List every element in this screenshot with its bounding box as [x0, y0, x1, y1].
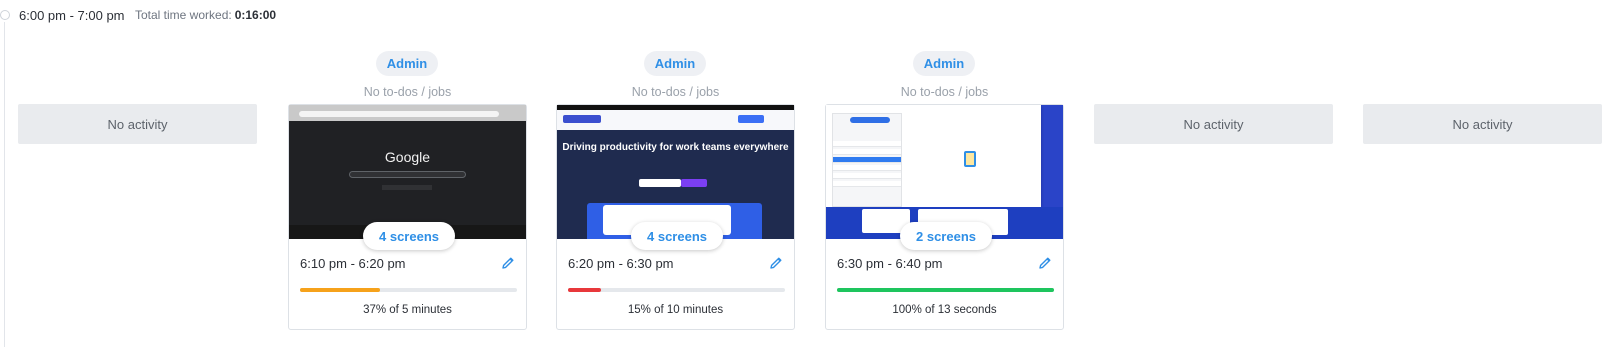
email-input — [639, 179, 681, 187]
time-slot-3: Admin No to-dos / jobs Driving productiv… — [556, 0, 795, 347]
app-header-bar — [850, 117, 890, 123]
screens-count-button[interactable]: 4 screens — [631, 222, 723, 250]
no-activity-block: No activity — [18, 104, 257, 144]
activity-card: Google 4 screens 6:10 pm - 6:20 pm 37% o… — [288, 104, 527, 330]
user-badge[interactable]: Admin — [913, 51, 975, 76]
screenshot-thumbnail[interactable]: Google — [289, 105, 526, 239]
todo-label: No to-dos / jobs — [631, 85, 720, 99]
pencil-icon[interactable] — [500, 255, 516, 271]
todo-label: No to-dos / jobs — [900, 85, 989, 99]
sidebar-row — [833, 173, 901, 179]
slot-time-range: 6:10 pm - 6:20 pm — [300, 256, 406, 271]
activity-progress-bar — [300, 288, 517, 292]
activity-card: 2 screens 6:30 pm - 6:40 pm 100% of 13 s… — [825, 104, 1064, 330]
timeline-line — [4, 22, 5, 347]
screenshot-thumbnail[interactable]: Driving productivity for work teams ever… — [557, 105, 794, 239]
site-logo — [563, 115, 601, 123]
search-buttons — [382, 185, 432, 190]
activity-percent-text: 100% of 13 seconds — [892, 304, 997, 316]
browser-chrome — [289, 105, 526, 121]
slot-time-range: 6:20 pm - 6:30 pm — [568, 256, 674, 271]
screenshot-thumbnail[interactable] — [826, 105, 1063, 239]
sidebar-row — [833, 181, 901, 187]
screens-count-button[interactable]: 4 screens — [363, 222, 455, 250]
time-slot-4: Admin No to-dos / jobs 2 screens 6:30 pm… — [825, 0, 1064, 347]
sidebar-row — [833, 149, 901, 155]
screens-count-button[interactable]: 2 screens — [900, 222, 992, 250]
time-slot-6: No activity — [1363, 0, 1602, 347]
activity-progress-fill — [568, 288, 601, 292]
search-bar — [349, 171, 466, 178]
activity-progress-fill — [300, 288, 381, 292]
slot-time-range: 6:30 pm - 6:40 pm — [837, 256, 943, 271]
activity-progress-bar — [568, 288, 785, 292]
signup-button — [681, 179, 707, 187]
time-slot-2: Admin No to-dos / jobs Google 4 screens … — [288, 0, 527, 347]
hero-headline: Driving productivity for work teams ever… — [562, 142, 789, 153]
sidebar-row — [833, 165, 901, 171]
clipboard-icon — [964, 151, 976, 167]
activity-percent-text: 37% of 5 minutes — [363, 304, 452, 316]
activity-percent-text: 15% of 10 minutes — [627, 304, 724, 316]
address-bar — [299, 111, 499, 117]
timeline-dot — [0, 10, 10, 20]
time-slot-1: No activity — [18, 0, 257, 347]
time-slot-5: No activity — [1094, 0, 1333, 347]
no-activity-block: No activity — [1094, 104, 1333, 144]
sidebar-row-selected — [833, 157, 901, 163]
todo-label: No to-dos / jobs — [363, 85, 452, 99]
activity-progress-fill — [837, 288, 1054, 292]
no-activity-block: No activity — [1363, 104, 1602, 144]
sidebar-row — [833, 141, 901, 147]
google-logo: Google — [384, 149, 431, 165]
pencil-icon[interactable] — [1037, 255, 1053, 271]
activity-progress-bar — [837, 288, 1054, 292]
user-badge[interactable]: Admin — [376, 51, 438, 76]
user-badge[interactable]: Admin — [644, 51, 706, 76]
nav-cta — [738, 115, 764, 123]
activity-card: Driving productivity for work teams ever… — [556, 104, 795, 330]
pencil-icon[interactable] — [768, 255, 784, 271]
